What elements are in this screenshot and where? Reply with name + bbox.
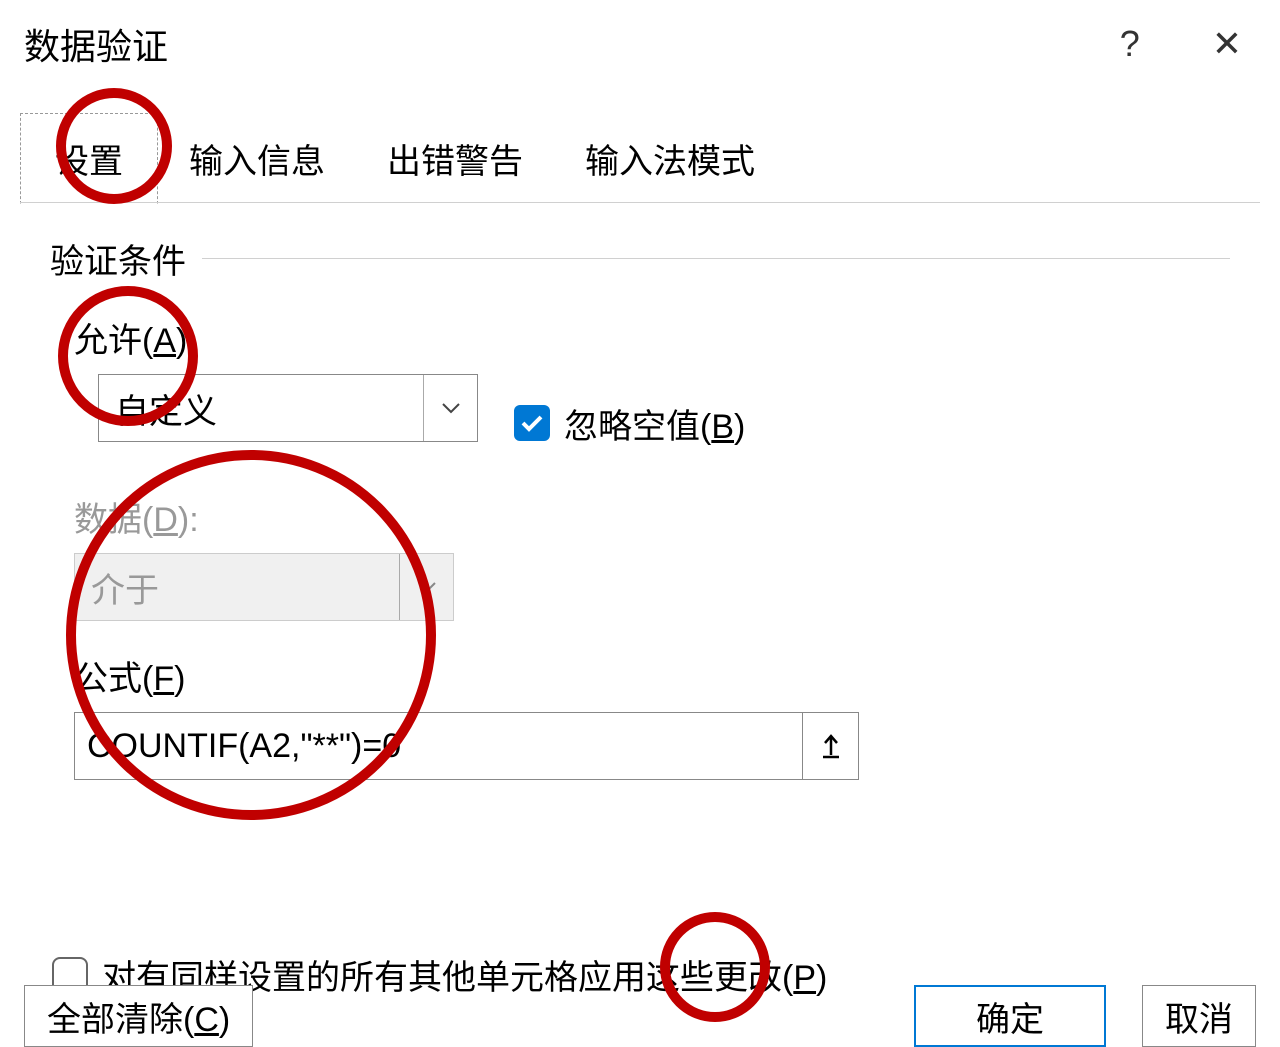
chevron-down-icon: [399, 554, 453, 620]
tab-input-message[interactable]: 输入信息: [158, 113, 356, 204]
validation-criteria-label: 验证条件: [50, 234, 1230, 283]
allow-label: 允许(A):: [74, 313, 1230, 362]
formula-input[interactable]: [75, 713, 802, 779]
ok-button[interactable]: 确定: [914, 985, 1106, 1047]
clear-all-button[interactable]: 全部清除(C): [24, 985, 253, 1047]
titlebar: 数据验证 ? ✕: [0, 0, 1280, 88]
divider: [202, 258, 1230, 259]
cancel-button[interactable]: 取消: [1142, 985, 1256, 1047]
dialog-title: 数据验证: [24, 18, 168, 70]
tab-ime-mode[interactable]: 输入法模式: [554, 113, 786, 204]
formula-label: 公式(F): [74, 651, 1230, 700]
tab-error-alert[interactable]: 出错警告: [356, 113, 554, 204]
data-label: 数据(D):: [74, 492, 1230, 541]
allow-value: 自定义: [99, 384, 423, 433]
close-icon[interactable]: ✕: [1212, 23, 1256, 65]
titlebar-controls: ? ✕: [1120, 23, 1256, 65]
help-icon[interactable]: ?: [1120, 23, 1140, 65]
range-selector-button[interactable]: [802, 713, 858, 779]
criteria-text: 验证条件: [50, 234, 186, 283]
tab-settings[interactable]: 设置: [20, 113, 158, 204]
checkbox-checked-icon: [514, 405, 550, 441]
data-dropdown: 介于: [74, 553, 454, 621]
formula-field: [74, 712, 859, 780]
data-value: 介于: [75, 563, 399, 612]
tab-content: 验证条件 允许(A): 自定义 忽略空值(B) 数据: [0, 204, 1280, 1029]
ignore-blank-checkbox[interactable]: 忽略空值(B): [514, 399, 745, 448]
dialog-footer: 全部清除(C) 确定 取消: [0, 985, 1280, 1047]
data-validation-dialog: 数据验证 ? ✕ 设置 输入信息 出错警告 输入法模式 验证条件 允许(A): …: [0, 0, 1280, 1047]
ignore-blank-label: 忽略空值(B): [564, 399, 745, 448]
chevron-down-icon[interactable]: [423, 375, 477, 441]
tab-bar: 设置 输入信息 出错警告 输入法模式: [20, 112, 1280, 203]
allow-dropdown[interactable]: 自定义: [98, 374, 478, 442]
